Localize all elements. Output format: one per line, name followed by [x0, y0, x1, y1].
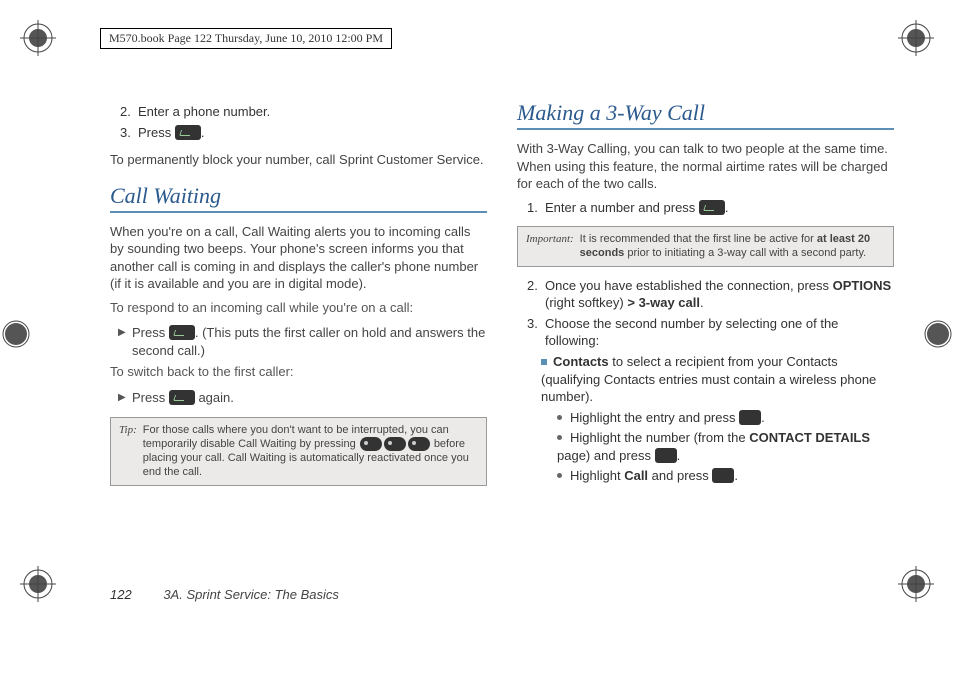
left-column: 2. Enter a phone number. 3. Press . To p…	[110, 100, 487, 582]
step-text: Once you have established the connection…	[545, 277, 894, 312]
text: Press	[138, 125, 175, 140]
text-bold: Call	[624, 468, 648, 483]
crop-mark-icon	[898, 20, 934, 56]
document-header-meta: M570.book Page 122 Thursday, June 10, 20…	[100, 28, 392, 49]
step-item: 2. Enter a phone number.	[120, 103, 487, 121]
step-text: Choose the second number by selecting on…	[545, 315, 894, 350]
sub-bullet-item: Highlight Call and press .	[557, 467, 894, 485]
talk-key-icon	[169, 390, 195, 405]
sub-bullet-item: Highlight the entry and press .	[557, 409, 894, 427]
paragraph: With 3-Way Calling, you can talk to two …	[517, 140, 894, 193]
dot-bullet-icon	[557, 415, 562, 420]
step-number: 1.	[527, 199, 545, 217]
page-footer: 122 3A. Sprint Service: The Basics	[110, 587, 339, 602]
text: .	[677, 448, 681, 463]
page-content: 2. Enter a phone number. 3. Press . To p…	[110, 100, 894, 582]
text: .	[761, 410, 765, 425]
tip-box: Tip: For those calls where you don't wan…	[110, 417, 487, 486]
tip-label: Tip:	[111, 418, 141, 485]
breadcrumb-separator: >	[627, 295, 635, 310]
square-bullet-icon	[541, 359, 547, 365]
text: Once you have established the connection…	[545, 278, 833, 293]
ok-key-icon	[655, 448, 677, 463]
instruction-text: Press again.	[132, 389, 487, 407]
key-icon	[384, 437, 406, 451]
step-item: 3. Press .	[120, 124, 487, 142]
crop-mark-icon	[20, 20, 56, 56]
text: Highlight the number (from the	[570, 430, 749, 445]
sub-bullet-item: Highlight the number (from the CONTACT D…	[557, 429, 894, 464]
tip-body: For those calls where you don't want to …	[141, 418, 486, 485]
text: Press	[132, 390, 169, 405]
step-item: 1. Enter a number and press .	[527, 199, 894, 217]
text: .	[201, 125, 205, 140]
step-text: Press .	[138, 124, 487, 142]
lead-text: To switch back to the first caller:	[110, 363, 487, 381]
step-text: Enter a number and press .	[545, 199, 894, 217]
text: and press	[648, 468, 712, 483]
heading-3way-call: Making a 3-Way Call	[517, 100, 894, 126]
text: Enter a number and press	[545, 200, 699, 215]
text: prior to initiating a 3-way call with a …	[624, 247, 866, 259]
text-bold: Contacts	[553, 354, 609, 369]
instruction-text: Press . (This puts the first caller on h…	[132, 324, 487, 359]
crop-mark-icon	[20, 566, 56, 602]
right-column: Making a 3-Way Call With 3-Way Calling, …	[517, 100, 894, 582]
talk-key-icon	[699, 200, 725, 215]
step-item: 3. Choose the second number by selecting…	[527, 315, 894, 350]
text: .	[725, 200, 729, 215]
important-body: It is recommended that the first line be…	[578, 227, 893, 266]
talk-key-icon	[175, 125, 201, 140]
text: page) and press	[557, 448, 655, 463]
page-number: 122	[110, 587, 132, 602]
text-bold: CONTACT DETAILS	[749, 430, 870, 445]
step-number: 3.	[120, 124, 138, 142]
instruction-item: ▶ Press . (This puts the first caller on…	[118, 324, 487, 359]
text: (right softkey)	[545, 295, 627, 310]
key-icon	[408, 437, 430, 451]
talk-key-icon	[169, 325, 195, 340]
text: Press	[132, 325, 169, 340]
lead-text: To respond to an incoming call while you…	[110, 299, 487, 317]
instruction-item: ▶ Press again.	[118, 389, 487, 407]
text: Highlight the entry and press	[570, 410, 739, 425]
text-bold: 3-way call	[635, 295, 700, 310]
step-number: 2.	[120, 103, 138, 121]
triangle-bullet-icon: ▶	[118, 389, 132, 407]
key-icon	[360, 437, 382, 451]
step-number: 3.	[527, 315, 545, 350]
section-rule	[517, 128, 894, 130]
chapter-title: 3A. Sprint Service: The Basics	[163, 587, 339, 602]
step-text: Enter a phone number.	[138, 103, 487, 121]
text: Highlight	[570, 468, 624, 483]
crop-mark-icon	[924, 320, 952, 348]
text: again.	[195, 390, 234, 405]
dot-bullet-icon	[557, 473, 562, 478]
paragraph: When you're on a call, Call Waiting aler…	[110, 223, 487, 293]
section-rule	[110, 211, 487, 213]
step-item: 2. Once you have established the connect…	[527, 277, 894, 312]
text: .	[700, 295, 704, 310]
important-box: Important: It is recommended that the fi…	[517, 226, 894, 267]
important-label: Important:	[518, 227, 578, 266]
text: .	[734, 468, 738, 483]
heading-call-waiting: Call Waiting	[110, 183, 487, 209]
dot-bullet-icon	[557, 435, 562, 440]
crop-mark-icon	[898, 566, 934, 602]
text: It is recommended that the first line be…	[580, 233, 817, 245]
ok-key-icon	[712, 468, 734, 483]
ok-key-icon	[739, 410, 761, 425]
step-number: 2.	[527, 277, 545, 312]
bullet-item: Contacts to select a recipient from your…	[541, 353, 894, 406]
text-bold: OPTIONS	[833, 278, 892, 293]
paragraph: To permanently block your number, call S…	[110, 151, 487, 169]
crop-mark-icon	[2, 320, 30, 348]
triangle-bullet-icon: ▶	[118, 324, 132, 359]
